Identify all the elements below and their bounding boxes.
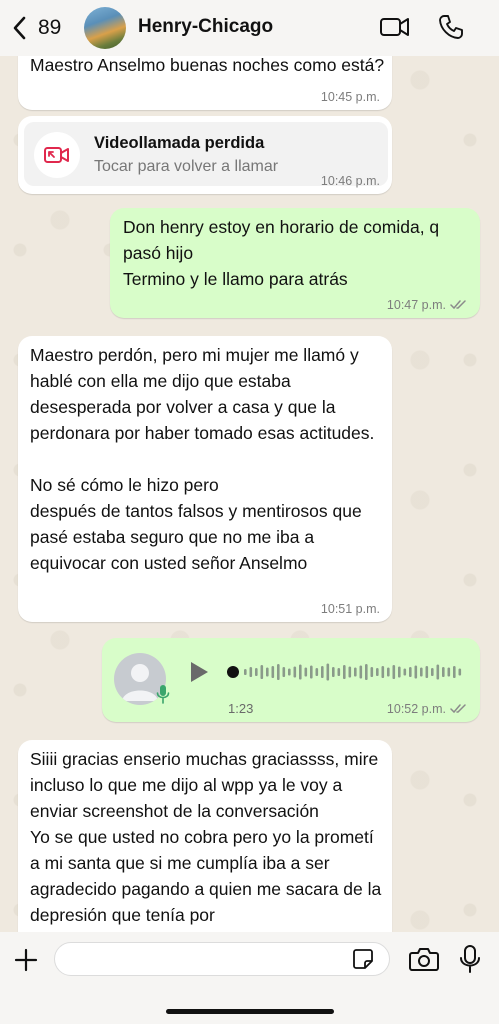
- attach-button[interactable]: [14, 948, 38, 977]
- waveform-bar: [387, 667, 390, 677]
- missed-video-call-icon: [34, 132, 80, 178]
- waveform-bar: [453, 666, 456, 678]
- unread-count: 89: [38, 16, 62, 39]
- waveform-bar: [288, 668, 291, 676]
- waveform-bar: [315, 668, 319, 676]
- double-check-icon: [450, 300, 466, 310]
- waveform-bar: [370, 667, 374, 677]
- waveform-bar: [255, 668, 258, 676]
- back-button[interactable]: 89: [12, 12, 61, 44]
- waveform-bar: [282, 667, 286, 677]
- message-text: Don henry estoy en horario de comida, q …: [123, 217, 440, 289]
- message-time: 10:46 p.m.: [320, 174, 380, 188]
- message-text: Maestro perdón, pero mi mujer me llamó y…: [30, 345, 375, 573]
- waveform-bar: [442, 667, 445, 677]
- waveform-bar: [354, 667, 357, 677]
- missed-call-title: Videollamada perdida: [94, 134, 265, 152]
- message-bubble-incoming[interactable]: Siiii gracias enserio muchas graciassss,…: [18, 740, 392, 932]
- camera-icon: [409, 948, 439, 971]
- waveform-bar: [348, 666, 352, 678]
- camera-button[interactable]: [409, 946, 439, 977]
- message-text: Siiii gracias enserio muchas graciassss,…: [30, 749, 382, 925]
- message-time: 10:51 p.m.: [320, 602, 380, 616]
- waveform-bar: [458, 668, 462, 676]
- composer-bar: [0, 932, 499, 1024]
- waveform-bar: [310, 665, 313, 679]
- waveform-bar: [403, 668, 407, 676]
- waveform-bar: [249, 667, 253, 677]
- waveform-bar: [425, 666, 429, 678]
- waveform-bar: [381, 666, 385, 678]
- plus-icon: [14, 948, 38, 972]
- message-input[interactable]: [54, 942, 390, 976]
- sticker-button[interactable]: [352, 948, 374, 975]
- waveform-bar: [414, 665, 418, 679]
- waveform-bar: [392, 665, 396, 679]
- chevron-left-icon: [13, 16, 26, 40]
- waveform-bar: [304, 667, 308, 677]
- message-bubble-incoming[interactable]: Maestro Anselmo buenas noches como está?…: [18, 56, 392, 110]
- message-time-status: 10:52 p.m.: [387, 702, 468, 716]
- message-list[interactable]: Maestro Anselmo buenas noches como está?…: [0, 56, 499, 932]
- voice-duration: 1:23: [228, 701, 254, 716]
- contact-avatar[interactable]: [84, 7, 126, 49]
- message-bubble-outgoing[interactable]: Don henry estoy en horario de comida, q …: [110, 208, 480, 318]
- waveform-bar: [299, 664, 302, 680]
- waveform-bar: [420, 667, 423, 677]
- voice-record-button[interactable]: [459, 944, 481, 979]
- video-call-button[interactable]: [379, 14, 411, 45]
- sticker-icon: [353, 949, 373, 969]
- waveform-bar: [244, 669, 247, 675]
- waveform-bar: [343, 665, 346, 679]
- message-bubble-incoming[interactable]: Maestro perdón, pero mi mujer me llamó y…: [18, 336, 392, 622]
- video-camera-icon: [380, 18, 409, 36]
- message-time: 10:45 p.m.: [320, 90, 380, 104]
- message-text: Maestro Anselmo buenas noches como está?: [30, 56, 385, 75]
- missed-call-subtitle: Tocar para volver a llamar: [94, 158, 279, 175]
- chat-header: 89 Henry-Chicago: [0, 0, 499, 56]
- waveform-bar: [398, 666, 401, 678]
- waveform-bar: [365, 664, 368, 680]
- microphone-icon: [156, 685, 170, 704]
- missed-call-bubble[interactable]: Videollamada perdida Tocar para volver a…: [18, 116, 392, 194]
- waveform-bar: [293, 666, 297, 678]
- waveform-bar: [359, 665, 363, 679]
- waveform-bar: [332, 667, 335, 677]
- play-icon[interactable]: [188, 660, 210, 684]
- message-time: 10:52 p.m.: [386, 702, 446, 716]
- waveform-bar: [326, 663, 330, 681]
- waveform-bar: [376, 668, 379, 676]
- playhead: [227, 666, 239, 678]
- voice-message-bubble[interactable]: 1:23 10:52 p.m.: [102, 638, 480, 722]
- waveform-bar: [260, 665, 264, 679]
- waveform-slider[interactable]: [226, 658, 466, 686]
- waveform-bar: [447, 667, 451, 677]
- contact-name[interactable]: Henry-Chicago: [138, 16, 273, 38]
- message-time: 10:47 p.m.: [386, 298, 446, 312]
- waveform-bar: [337, 668, 341, 676]
- message-time-status: 10:47 p.m.: [387, 298, 468, 312]
- microphone-icon: [460, 945, 480, 973]
- waveform-bar: [436, 664, 440, 680]
- waveform-bar: [431, 668, 434, 676]
- voice-call-button[interactable]: [438, 14, 464, 45]
- waveform-bar: [321, 666, 324, 678]
- home-indicator: [166, 1009, 334, 1014]
- waveform-bar: [271, 666, 275, 678]
- waveform-bar: [409, 667, 412, 677]
- phone-icon: [439, 15, 463, 39]
- waveform-bar: [266, 667, 269, 677]
- waveform-bar: [277, 664, 280, 680]
- double-check-icon: [450, 704, 466, 714]
